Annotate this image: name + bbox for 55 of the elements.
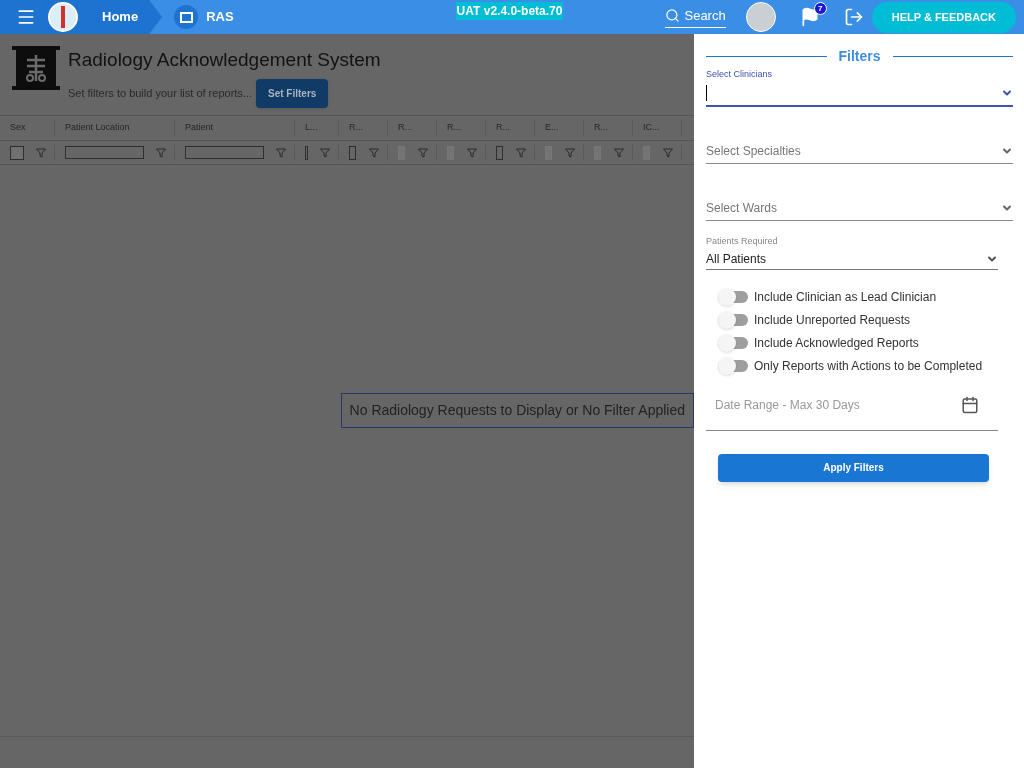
empty-message: No Radiology Requests to Display or No Filter Applied bbox=[340, 393, 694, 428]
home-link[interactable]: Home bbox=[102, 7, 139, 27]
filter-icon[interactable] bbox=[320, 147, 330, 158]
select-field[interactable]: Select Specialties bbox=[706, 107, 1013, 164]
search-icon bbox=[665, 8, 681, 23]
logout-icon[interactable] bbox=[843, 7, 864, 27]
filter-icon[interactable] bbox=[369, 147, 379, 158]
filter-input[interactable] bbox=[496, 145, 503, 160]
help-feedback-button[interactable]: HELP & FEEDBACK bbox=[871, 1, 1016, 33]
filter-icon[interactable] bbox=[614, 147, 624, 158]
notification-count: 7 bbox=[813, 2, 827, 15]
column-header[interactable]: R... bbox=[349, 121, 363, 135]
search-button[interactable]: Search bbox=[665, 5, 726, 29]
version-label: UAT v2.4.0-beta.70 bbox=[455, 2, 564, 20]
date-range-field[interactable]: Date Range - Max 30 Days bbox=[706, 380, 998, 431]
filter-input[interactable] bbox=[349, 145, 356, 160]
page-title: Radiology Acknowledgement System bbox=[68, 48, 381, 72]
toggle-switch[interactable] bbox=[718, 290, 748, 303]
column-header[interactable]: L... bbox=[305, 121, 318, 135]
logo-icon[interactable] bbox=[48, 2, 78, 32]
filter-icon[interactable] bbox=[565, 147, 575, 158]
toggle-switch[interactable] bbox=[718, 359, 748, 372]
xray-badge-icon bbox=[174, 5, 199, 29]
filter-input[interactable] bbox=[65, 146, 144, 159]
toggle-switch[interactable] bbox=[718, 336, 748, 349]
filter-icon[interactable] bbox=[467, 147, 477, 158]
filter-input[interactable] bbox=[185, 146, 264, 159]
filter-icon[interactable] bbox=[276, 147, 286, 158]
toggle-switch[interactable] bbox=[718, 313, 748, 326]
filter-icon[interactable] bbox=[418, 147, 428, 158]
column-header[interactable]: R... bbox=[496, 121, 510, 135]
toggle-label: Include Clinician as Lead Clinician bbox=[754, 288, 937, 306]
select-field[interactable]: Select Clinicians bbox=[706, 67, 1013, 107]
patients-required-select[interactable]: Patients Required All Patients bbox=[706, 235, 998, 270]
filter-icon[interactable] bbox=[516, 147, 526, 158]
column-header[interactable]: Sex bbox=[10, 121, 26, 135]
calendar-icon[interactable] bbox=[961, 396, 979, 414]
module-link[interactable]: RAS bbox=[206, 7, 234, 27]
menu-icon[interactable] bbox=[16, 7, 36, 27]
select-field[interactable]: Select Wards bbox=[706, 164, 1013, 221]
filters-title: Filters bbox=[837, 47, 882, 66]
toggle-label: Only Reports with Actions to be Completed bbox=[754, 357, 983, 375]
filter-icon[interactable] bbox=[663, 147, 673, 158]
avatar-photo[interactable] bbox=[745, 2, 776, 32]
set-filters-button[interactable]: Set Filters bbox=[256, 78, 329, 108]
apply-filters-button[interactable]: Apply Filters bbox=[718, 453, 989, 482]
toggle-label: Include Acknowledged Reports bbox=[754, 334, 919, 352]
toggle-label: Include Unreported Requests bbox=[754, 311, 911, 329]
xray-icon bbox=[12, 46, 60, 90]
filter-checkbox[interactable] bbox=[10, 145, 24, 160]
filter-icon[interactable] bbox=[36, 147, 46, 158]
filter-input[interactable] bbox=[305, 145, 308, 160]
column-header[interactable]: Patient bbox=[185, 121, 214, 135]
filter-icon[interactable] bbox=[156, 147, 166, 158]
page-subtitle: Set filters to build your list of reports... bbox=[68, 85, 253, 101]
